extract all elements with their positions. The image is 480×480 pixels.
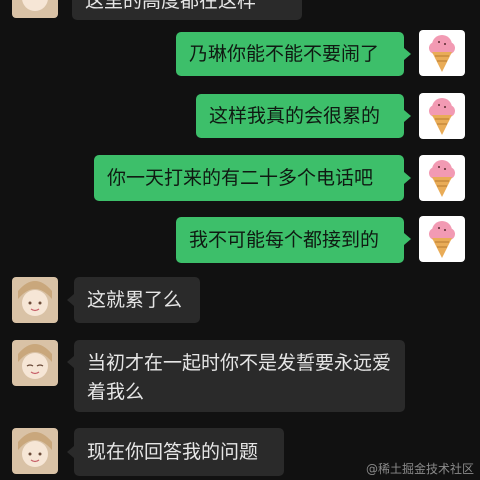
- message-bubble-outgoing[interactable]: 我不可能每个都接到的: [176, 217, 404, 263]
- bubble-tail: [67, 446, 74, 458]
- self-avatar[interactable]: [419, 216, 465, 262]
- ice-cream-icon: [419, 155, 465, 201]
- message-text: 现在你回答我的问题: [87, 441, 259, 463]
- other-avatar[interactable]: [12, 428, 58, 474]
- message-text: 这就累了么: [87, 289, 183, 311]
- ice-cream-icon: [419, 30, 465, 76]
- ice-cream-icon: [419, 93, 465, 139]
- message-bubble-incoming[interactable]: 这就累了么: [74, 277, 200, 323]
- message-text: 这样我真的会很累的: [209, 105, 381, 127]
- other-avatar[interactable]: [12, 340, 58, 386]
- anime-girl-avatar: [12, 340, 58, 386]
- message-bubble-outgoing[interactable]: 乃琳你能不能不要闹了: [176, 32, 404, 76]
- bubble-tail: [404, 110, 411, 122]
- message-bubble-incoming[interactable]: 现在你回答我的问题: [74, 428, 284, 476]
- message-text: 这里的高度都在这样: [85, 0, 257, 12]
- anime-girl-avatar: [12, 277, 58, 323]
- other-avatar[interactable]: [12, 0, 58, 18]
- bubble-tail: [404, 48, 411, 60]
- message-text: 当初才在一起时你不是发誓要永远爱着我么: [87, 352, 392, 403]
- message-text: 我不可能每个都接到的: [189, 229, 380, 251]
- bubble-tail: [67, 294, 74, 306]
- message-bubble-incoming[interactable]: 当初才在一起时你不是发誓要永远爱着我么: [74, 340, 405, 412]
- message-text: 乃琳你能不能不要闹了: [189, 43, 380, 65]
- bubble-tail: [404, 233, 411, 245]
- self-avatar[interactable]: [419, 155, 465, 201]
- bubble-tail: [404, 172, 411, 184]
- message-bubble-outgoing[interactable]: 你一天打来的有二十多个电话吧: [94, 155, 404, 201]
- bubble-tail: [67, 356, 74, 368]
- message-bubble-outgoing[interactable]: 这样我真的会很累的: [196, 94, 404, 138]
- self-avatar[interactable]: [419, 30, 465, 76]
- message-text: 你一天打来的有二十多个电话吧: [107, 167, 374, 189]
- ice-cream-icon: [419, 216, 465, 262]
- other-avatar[interactable]: [12, 277, 58, 323]
- self-avatar[interactable]: [419, 93, 465, 139]
- message-bubble-incoming-partial: 这里的高度都在这样: [72, 0, 302, 20]
- watermark: @稀土掘金技术社区: [365, 462, 474, 476]
- anime-girl-avatar: [12, 428, 58, 474]
